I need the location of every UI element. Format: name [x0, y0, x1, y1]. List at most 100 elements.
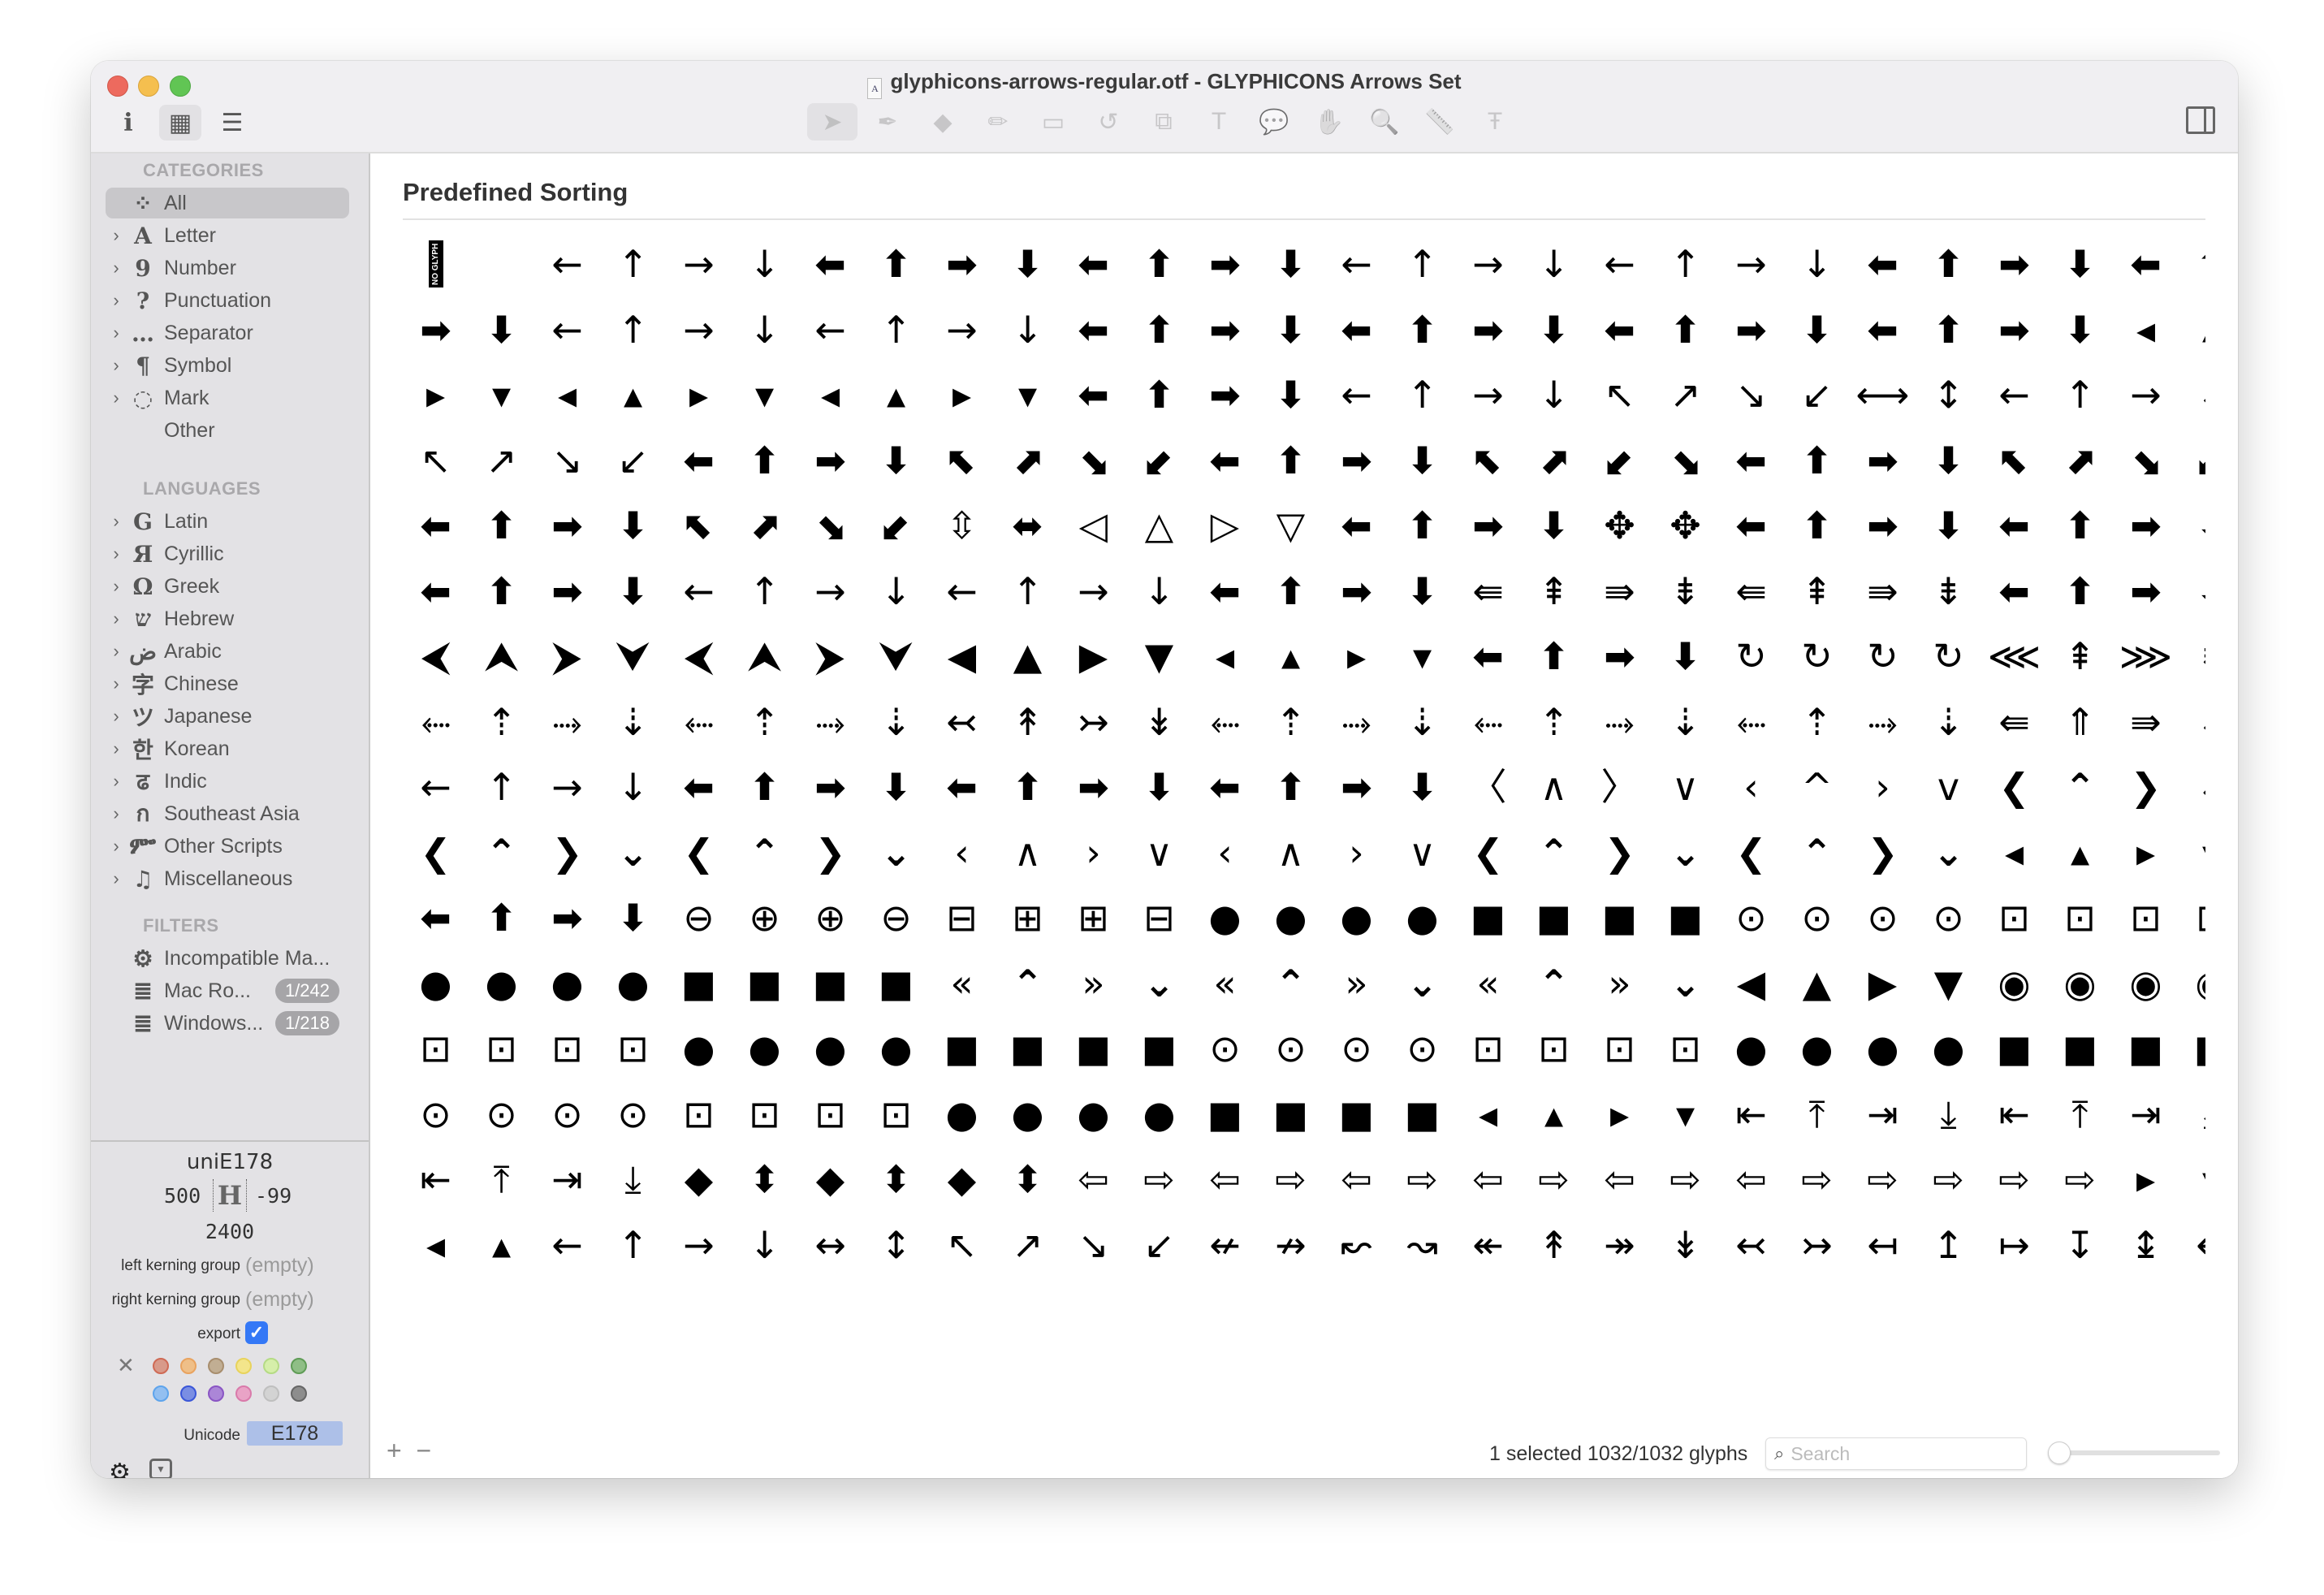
glyph-cell[interactable]: ⬇ [2047, 297, 2113, 362]
grid-view-button[interactable]: ▦ [159, 105, 201, 140]
glyph-cell[interactable]: ↧ [2047, 1212, 2113, 1272]
glyph-cell[interactable]: ▴ [600, 362, 666, 427]
glyph-cell[interactable]: ◀ [1718, 951, 1784, 1016]
glyph-cell[interactable]: ⇥ [2113, 1082, 2179, 1147]
glyph-cell[interactable]: ⊙ [1192, 1016, 1258, 1081]
glyph-cell[interactable]: ⬇ [863, 754, 929, 819]
glyph-cell[interactable]: ➡ [1192, 297, 1258, 362]
glyph-cell[interactable]: ❯ [2113, 754, 2179, 819]
glyph-cell[interactable]: ■ [995, 1016, 1060, 1081]
glyph-cell[interactable]: ⟷ [1850, 362, 1916, 427]
glyph-cell[interactable]: ⇡ [1258, 689, 1324, 754]
glyph-cell[interactable]: ← [534, 297, 600, 362]
glyph-cell[interactable]: ⇛ [2113, 689, 2179, 754]
glyph-cell[interactable]: ▸ [2113, 820, 2179, 885]
glyph-cell[interactable]: ⬅ [1455, 624, 1521, 689]
glyph-cell[interactable]: ◂ [2113, 297, 2179, 362]
glyph-cell[interactable]: ⌄ [863, 820, 929, 885]
glyph-cell[interactable]: ⇨ [1389, 1147, 1455, 1212]
glyph-cell[interactable]: ➡ [1455, 493, 1521, 558]
glyph-cell[interactable]: ↦ [1981, 1212, 2047, 1272]
glyph-cell[interactable]: ▾ [1652, 1082, 1718, 1147]
sidebar-item-korean[interactable]: › 한 Korean [106, 733, 349, 764]
glyph-cell[interactable]: ↕ [1916, 362, 1981, 427]
glyph-cell[interactable]: ⮝ [469, 624, 534, 689]
export-checkbox[interactable]: ✓ [245, 1321, 268, 1344]
chevron-right-icon[interactable]: › [106, 641, 127, 662]
glyph-cell[interactable]: ● [863, 1016, 929, 1081]
search-field[interactable]: ⌕ Search [1765, 1437, 2027, 1470]
sidebar-item-latin[interactable]: › G Latin [106, 506, 349, 537]
glyph-cell[interactable]: ⬇ [1126, 754, 1192, 819]
glyph-cell[interactable]: ⬆ [469, 493, 534, 558]
glyph-cell[interactable]: ⊙ [1718, 885, 1784, 950]
glyph-cell[interactable]: ↑ [1652, 231, 1718, 296]
glyph-cell[interactable]: ⬆ [1126, 297, 1192, 362]
sidebar-toggle-icon[interactable] [2186, 106, 2215, 134]
glyph-cell[interactable]: ← [534, 231, 600, 296]
glyph-cell[interactable]: ⊡ [1455, 1016, 1521, 1081]
glyph-cell[interactable]: ⮟ [600, 624, 666, 689]
glyph-cell[interactable]: → [1455, 362, 1521, 427]
chevron-right-icon[interactable]: › [106, 576, 127, 597]
glyph-cell[interactable]: ⬅ [1850, 297, 1916, 362]
glyph-cell[interactable]: ↙ [1784, 362, 1850, 427]
glyph-cell[interactable]: ⬇ [1258, 231, 1324, 296]
glyph-cell[interactable]: ⇳ [929, 493, 995, 558]
glyph-cell[interactable]: ⊡ [732, 1082, 797, 1147]
glyph-cell[interactable]: ↑ [863, 297, 929, 362]
glyph-cell[interactable]: ⌃ [1784, 820, 1850, 885]
glyph-cell[interactable]: ● [403, 951, 469, 1016]
glyph-cell[interactable]: ◉ [2179, 951, 2205, 1016]
glyph-cell[interactable]: ⮝ [732, 624, 797, 689]
glyph-cell[interactable]: ⌄ [600, 820, 666, 885]
sidebar-item-indic[interactable]: › ढ Indic [106, 766, 349, 797]
glyph-cell[interactable]: ▾ [2179, 1147, 2205, 1212]
glyph-cell[interactable]: ⬉ [666, 493, 732, 558]
glyph-cell[interactable]: ▴ [2179, 297, 2205, 362]
glyph-cell[interactable]: ↣ [1060, 689, 1126, 754]
glyph-size-slider[interactable] [2048, 1442, 2220, 1464]
glyph-cell[interactable]: ← [1981, 362, 2047, 427]
glyph-cell[interactable]: ⌄ [1652, 820, 1718, 885]
glyph-cell[interactable]: ● [732, 1016, 797, 1081]
glyph-cell[interactable]: ⬅ [666, 428, 732, 493]
glyph-cell[interactable]: ⬆ [2179, 231, 2205, 296]
glyph-cell[interactable]: ⇣ [600, 689, 666, 754]
pencil-tool[interactable]: ✏ [973, 103, 1023, 140]
glyph-cell[interactable]: ↓ [1126, 559, 1192, 624]
glyph-cell[interactable]: ⬇ [1916, 493, 1981, 558]
glyph-cell[interactable]: ▾ [732, 362, 797, 427]
glyph-cell[interactable]: ⇨ [1126, 1147, 1192, 1212]
glyph-cell[interactable]: ▸ [666, 362, 732, 427]
glyph-cell[interactable]: ⬆ [469, 885, 534, 950]
glyph-cell[interactable]: ➡ [1850, 428, 1916, 493]
add-glyph-button[interactable]: + [387, 1436, 402, 1465]
glyph-cell[interactable]: → [666, 297, 732, 362]
glyph-cell[interactable]: ⬆ [1521, 624, 1587, 689]
glyph-cell[interactable]: ■ [666, 951, 732, 1016]
glyph-cell[interactable]: ⊙ [534, 1082, 600, 1147]
glyph-cell[interactable]: ↖ [403, 428, 469, 493]
glyph-cell[interactable]: ⬇ [1784, 297, 1850, 362]
glyph-cell[interactable]: ⬇ [469, 297, 534, 362]
glyph-cell[interactable]: ⌄ [1389, 951, 1455, 1016]
glyph-cell[interactable]: ● [1916, 1016, 1981, 1081]
glyph-cell[interactable]: NO GLYPH [403, 231, 469, 296]
glyph-cell[interactable]: 〈 [1455, 754, 1521, 819]
glyph-cell[interactable]: ↓ [1784, 231, 1850, 296]
glyph-cell[interactable]: ⬆ [1916, 231, 1981, 296]
glyph-cell[interactable]: ⬸ [403, 689, 469, 754]
glyph-cell[interactable]: ⇣ [1389, 689, 1455, 754]
glyph-cell[interactable]: ⬋ [863, 493, 929, 558]
glyph-cell[interactable]: ⊙ [1389, 1016, 1455, 1081]
glyph-cell[interactable]: ↑ [600, 231, 666, 296]
glyph-cell[interactable]: ↡ [1652, 1212, 1718, 1272]
glyph-cell[interactable]: ▾ [995, 362, 1060, 427]
glyph-cell[interactable]: ▶ [1060, 624, 1126, 689]
color-label-swatch[interactable] [263, 1358, 279, 1374]
glyph-cell[interactable]: ■ [732, 951, 797, 1016]
annotation-tool[interactable]: 💬 [1249, 103, 1299, 140]
glyph-cell[interactable]: ‹ [929, 820, 995, 885]
glyph-cell[interactable]: → [1455, 231, 1521, 296]
